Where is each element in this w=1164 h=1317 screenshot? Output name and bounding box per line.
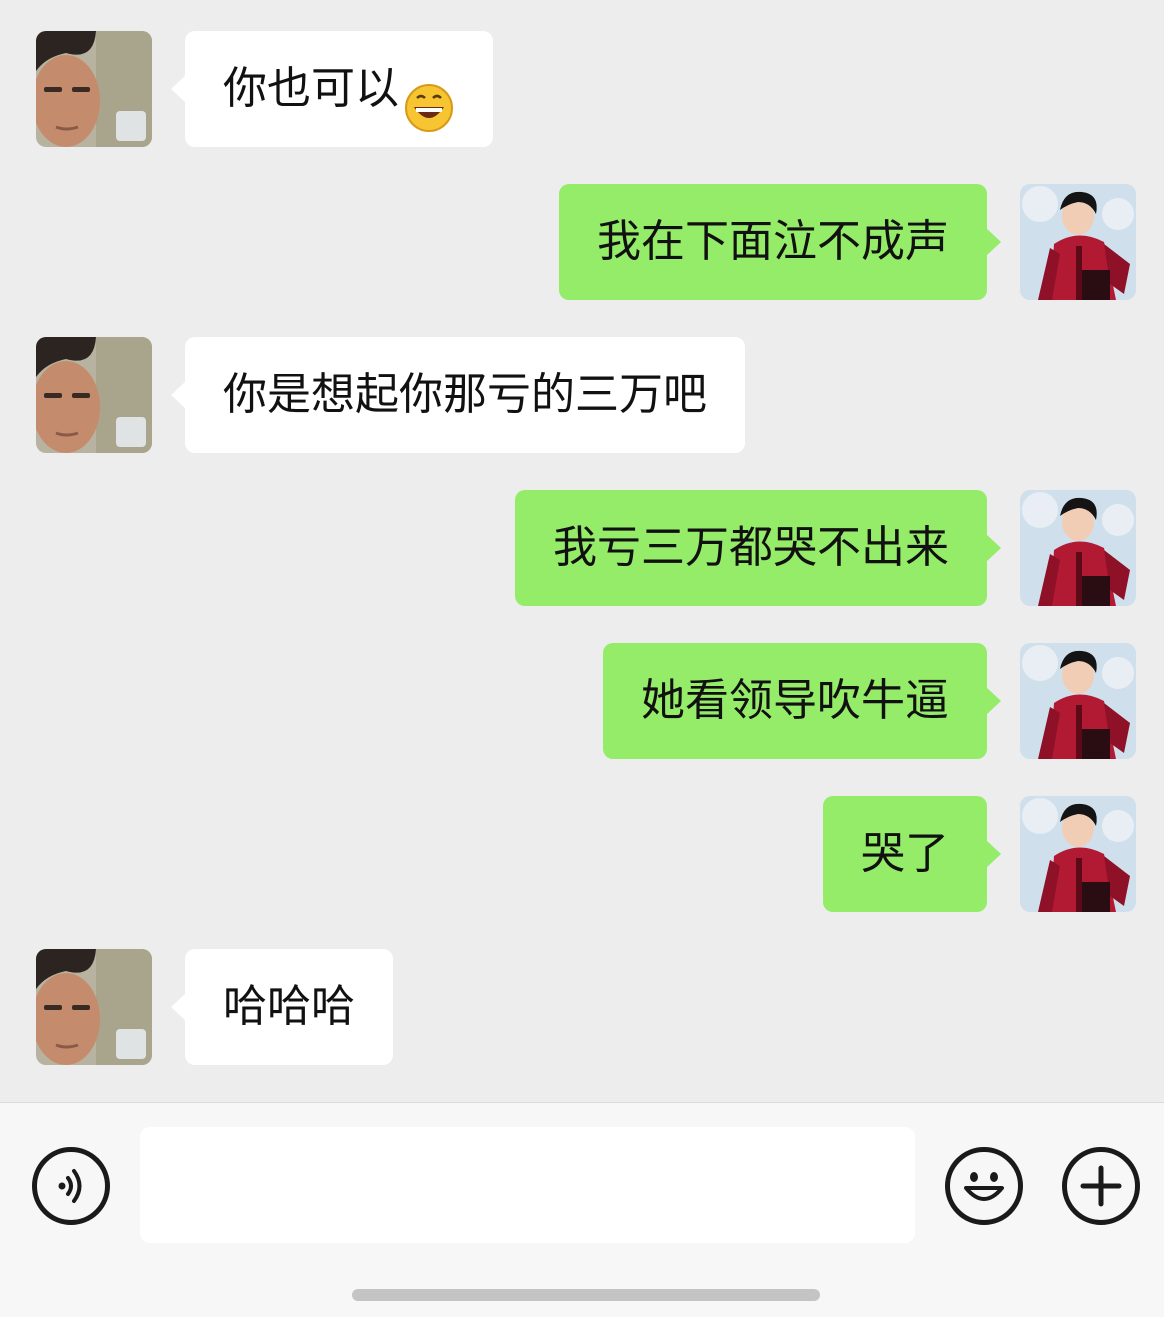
message-row: 哈哈哈: [0, 949, 1164, 1065]
more-button[interactable]: [1062, 1147, 1140, 1225]
message-bubble[interactable]: 你也可以: [171, 31, 493, 147]
grinning-face-icon: [403, 61, 455, 132]
home-indicator[interactable]: [352, 1289, 820, 1301]
message-bubble[interactable]: 她看领导吹牛逼: [603, 643, 1001, 759]
message-text: 你是想起你那亏的三万吧: [223, 369, 707, 420]
contact-avatar[interactable]: [36, 337, 152, 453]
smiley-icon: [964, 1172, 1004, 1201]
message-row: 你也可以: [0, 31, 1164, 147]
message-row: 哭了: [0, 796, 1164, 912]
message-text: 我亏三万都哭不出来: [553, 522, 949, 573]
my-avatar[interactable]: [1020, 796, 1136, 912]
my-avatar[interactable]: [1020, 490, 1136, 606]
voice-icon: [58, 1169, 82, 1203]
message-row: 她看领导吹牛逼: [0, 643, 1164, 759]
message-text: 我在下面泣不成声: [597, 216, 949, 267]
message-bubble[interactable]: 我亏三万都哭不出来: [515, 490, 1001, 606]
message-bubble[interactable]: 哭了: [823, 796, 1001, 912]
message-row: 你是想起你那亏的三万吧: [0, 337, 1164, 453]
my-avatar[interactable]: [1020, 643, 1136, 759]
message-text: 哈哈哈: [223, 981, 355, 1032]
plus-icon: [1080, 1165, 1122, 1207]
message-bubble[interactable]: 我在下面泣不成声: [559, 184, 1001, 300]
contact-avatar[interactable]: [36, 31, 152, 147]
message-bubble[interactable]: 哈哈哈: [171, 949, 393, 1065]
message-text: 她看领导吹牛逼: [641, 675, 949, 726]
emoji-button[interactable]: [945, 1147, 1023, 1225]
message-bubble[interactable]: 你是想起你那亏的三万吧: [171, 337, 745, 453]
message-row: 我在下面泣不成声: [0, 184, 1164, 300]
chat-message-list[interactable]: 你也可以 我在下面泣不成声 你是想起你那亏的三万吧 我亏三万都哭不出来 她看领导…: [0, 0, 1164, 1102]
message-text: 你也可以: [223, 63, 399, 114]
voice-button[interactable]: [32, 1147, 110, 1225]
message-row: 我亏三万都哭不出来: [0, 490, 1164, 606]
contact-avatar[interactable]: [36, 949, 152, 1065]
message-input[interactable]: [140, 1127, 915, 1243]
input-bar: [0, 1102, 1164, 1317]
my-avatar[interactable]: [1020, 184, 1136, 300]
message-text: 哭了: [861, 828, 949, 879]
